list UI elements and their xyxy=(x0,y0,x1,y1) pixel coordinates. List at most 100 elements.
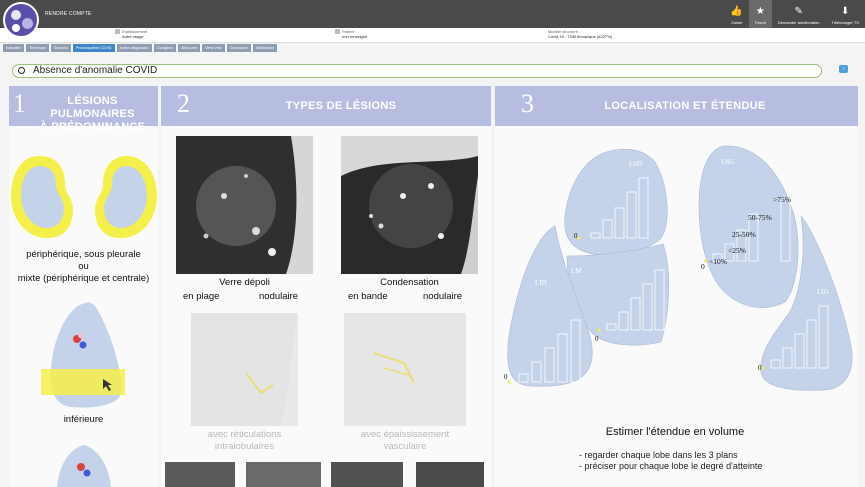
model-info[interactable]: Modèle structuré Covid 19 - TDM thoraciq… xyxy=(548,29,612,39)
extent-level-lt25: <25% xyxy=(728,246,746,255)
panel1-header: 1 LÉSIONS PULMONAIRES À PRÉDOMINANCE xyxy=(9,86,158,133)
tab-abdo-pelv[interactable]: Abdo-pelv xyxy=(178,44,201,52)
covid-status-option[interactable]: Absence d'anomalie COVID xyxy=(12,64,822,78)
ct-thumb-4 xyxy=(416,462,484,487)
establishment-label: Etablissement xyxy=(122,29,148,34)
tab-pneumopathie-covid[interactable]: Pneumopathie COVID xyxy=(72,44,115,52)
establishment-info[interactable]: Etablissement Autre usage xyxy=(115,29,147,39)
ct1-sub-right: nodulaire xyxy=(259,291,299,302)
patient-label: Patient xyxy=(342,29,355,34)
zero-label-lsd: 0 xyxy=(574,232,578,240)
patient-info[interactable]: Patient non renseigné xyxy=(335,29,367,39)
tab-technique[interactable]: Technique xyxy=(26,44,49,52)
status-radio[interactable] xyxy=(18,67,25,74)
peripheral-lungs-diagram xyxy=(11,156,157,238)
model-value: Covid 19 - TDM thoracique (4227%) xyxy=(548,34,612,39)
zero-label-lm: 0 xyxy=(595,335,599,343)
download-label: Télécharger TS xyxy=(831,20,860,25)
ct-thumb-1 xyxy=(165,462,235,487)
panel1-title-line2: À PRÉDOMINANCE xyxy=(39,121,146,133)
estimate-bullet-1: - regarder chaque lobe dans les 3 plans xyxy=(579,450,738,460)
status-text: Absence d'anomalie COVID xyxy=(33,65,158,76)
ct1-sub-left: en plage xyxy=(183,291,220,302)
extent-level-lt10: <10% xyxy=(709,257,727,266)
panel1-caption1: périphérique, sous pleurale ou mixte (pé… xyxy=(9,249,158,285)
ct-reticulations-image xyxy=(191,313,298,426)
help-icon[interactable]: ? xyxy=(839,65,848,73)
account-label[interactable]: RENDRE COMPTE xyxy=(45,11,92,17)
extent-level-25-50: 25-50% xyxy=(732,230,756,239)
ct3-caption-line2: intralobulaires xyxy=(214,441,275,452)
estimate-title: Estimer l'étendue en volume xyxy=(605,426,745,438)
tab-scenario[interactable]: Scénario xyxy=(50,44,71,52)
feedback-icon: ✎ xyxy=(794,6,803,17)
download-button[interactable]: ⬇ Télécharger TS xyxy=(826,0,865,28)
lobe-label-lm: LM xyxy=(571,267,582,275)
caption1-line2: ou xyxy=(78,261,89,272)
panel3-header: 3 LOCALISATION ET ÉTENDUE xyxy=(495,86,858,126)
panel2-number: 2 xyxy=(177,89,190,118)
panel2-header: 2 TYPES DE LÉSIONS xyxy=(161,86,491,126)
panel-lesion-types: 2 TYPES DE LÉSIONS Verre dépoli en plage… xyxy=(161,86,491,487)
star-icon: ★ xyxy=(755,6,765,17)
ct3-caption: avec réticulations intralobulaires xyxy=(191,429,298,453)
ct4-caption-line1: avec épaississement xyxy=(360,429,450,440)
ct-thumb-2 xyxy=(246,462,321,487)
request-improvement-label: Demander amélioration xyxy=(777,20,820,25)
like-button[interactable]: 👍 J'aime xyxy=(724,0,748,28)
favorite-label: Favori xyxy=(754,20,766,25)
ct-thumb-3 xyxy=(331,462,403,487)
panel-localisation: 3 LOCALISATION ET ÉTENDUE LSD LSG LM LID… xyxy=(495,86,858,487)
info-bar: Etablissement Autre usage Patient non re… xyxy=(0,28,865,43)
tab-satisfaction[interactable]: Satisfaction xyxy=(252,44,278,52)
panel2-title: TYPES DE LÉSIONS xyxy=(285,100,397,112)
lung-extent-diagram xyxy=(507,145,853,391)
panel1-title-line1: LÉSIONS PULMONAIRES xyxy=(50,95,135,120)
extent-level-50-75: 50-75% xyxy=(748,213,772,222)
like-label: J'aime xyxy=(730,20,743,25)
ct4-caption: avec épaississement vasculaire xyxy=(344,429,466,453)
zero-label-lid: 0 xyxy=(504,373,508,381)
lobe-label-lsg: LSG xyxy=(721,158,735,166)
panel-predominance: 1 LÉSIONS PULMONAIRES À PRÉDOMINANCE pér… xyxy=(9,86,158,487)
header-actions: 👍 J'aime ★ Favori ✎ Demander amélioratio… xyxy=(724,0,865,28)
extent-level-gt75: >75% xyxy=(773,195,791,204)
tab-autres-diagnostics[interactable]: Autres diagnostics xyxy=(116,44,152,52)
ct2-sub-left: en bande xyxy=(348,291,388,302)
lobe-label-lig: LIG xyxy=(817,288,829,296)
request-improvement-button[interactable]: ✎ Demander amélioration xyxy=(772,0,826,28)
establishment-value: Autre usage xyxy=(122,34,144,40)
estimate-bullet-2: - préciser pour chaque lobe le degré d'a… xyxy=(579,461,763,471)
favorite-button[interactable]: ★ Favori xyxy=(748,0,772,28)
tab-conclusion[interactable]: Conclusion xyxy=(226,44,251,52)
thumb-up-icon: 👍 xyxy=(730,6,743,17)
ct-ground-glass-image xyxy=(176,136,313,274)
ct-condensation-image xyxy=(341,136,478,274)
tab-indication[interactable]: Indication xyxy=(3,44,25,52)
lobe-label-lsd: LSD xyxy=(629,160,643,168)
cloud-download-icon: ⬇ xyxy=(841,6,850,17)
zero-label-lig: 0 xyxy=(758,364,762,372)
tab-ventr-vrac[interactable]: Ventr.Vrac xyxy=(202,44,225,52)
top-bar: RENDRE COMPTE 👍 J'aime ★ Favori ✎ Demand… xyxy=(0,0,865,38)
panel3-number: 3 xyxy=(521,89,534,118)
ct2-title: Condensation xyxy=(380,277,439,288)
extent-level-0: 0 xyxy=(701,262,705,271)
building-icon xyxy=(115,29,120,35)
panel1-caption2: inférieure xyxy=(63,414,104,425)
ct2-sub-right: nodulaire xyxy=(423,291,463,302)
ct-vascular-image xyxy=(344,313,466,426)
panel1-title: LÉSIONS PULMONAIRES À PRÉDOMINANCE xyxy=(27,95,158,134)
caption1-line3: mixte (périphérique et centrale) xyxy=(17,273,150,284)
inferior-lung-diagram xyxy=(41,302,125,408)
tab-ganglions[interactable]: Ganglions xyxy=(153,44,177,52)
patient-icon xyxy=(335,29,340,35)
caption1-line1: périphérique, sous pleurale xyxy=(26,249,141,260)
patient-value: non renseigné xyxy=(342,34,368,40)
ct4-caption-line2: vasculaire xyxy=(383,441,427,452)
app-logo[interactable] xyxy=(3,2,39,38)
lung-diagram-partial xyxy=(57,445,111,487)
panel1-number: 1 xyxy=(13,89,26,118)
lobe-label-lid: LID xyxy=(535,279,547,287)
section-tabs: Indication Technique Scénario Pneumopath… xyxy=(3,44,278,52)
